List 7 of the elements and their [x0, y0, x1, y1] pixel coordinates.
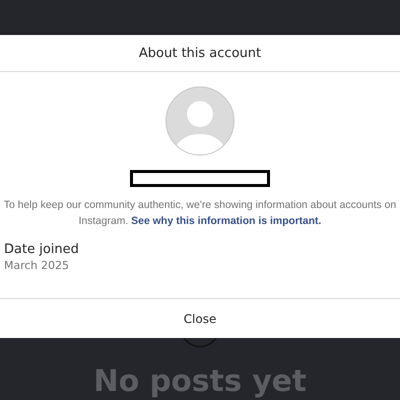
empty-state-title: No posts yet — [94, 364, 306, 400]
info-link[interactable]: See why this information is important. — [131, 215, 322, 227]
dialog-title: About this account — [138, 46, 262, 60]
detail-label: Date joined — [4, 241, 80, 258]
avatar-icon — [165, 86, 235, 156]
info-notice: To help keep our community authentic, we're showing information about accounts on Instagram. See why this information is important. — [2, 198, 398, 229]
detail-value: March 2025 — [4, 258, 70, 274]
